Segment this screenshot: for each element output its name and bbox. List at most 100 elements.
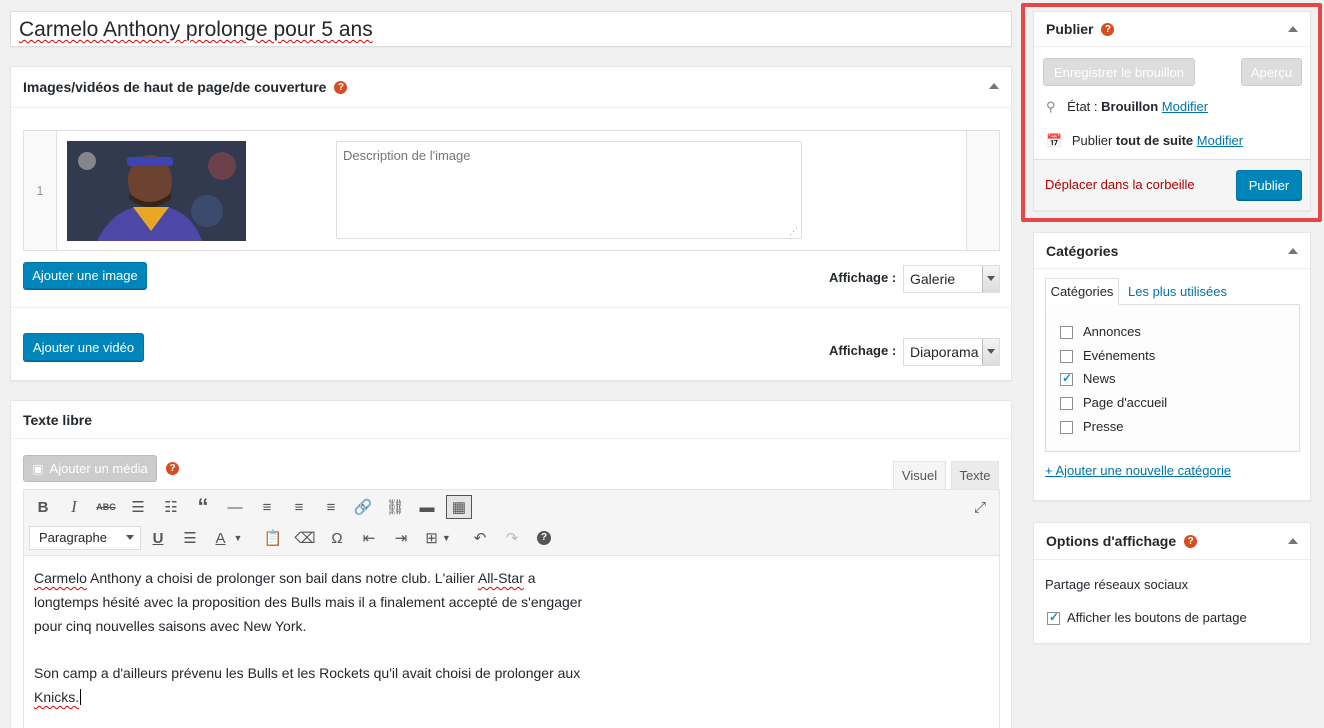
format-select[interactable]: Paragraphe [29, 526, 141, 550]
help-icon[interactable]: ? [1101, 22, 1115, 36]
share-buttons-option[interactable]: Afficher les boutons de partage [1047, 610, 1247, 626]
status-value: Brouillon [1101, 99, 1159, 114]
paste-as-text-icon[interactable]: 📋 [260, 526, 286, 550]
numbered-list-icon[interactable]: ☷ [158, 495, 184, 519]
schedule-edit-link[interactable]: Modifier [1197, 133, 1243, 148]
publish-button[interactable]: Publier [1236, 170, 1302, 200]
add-image-button[interactable]: Ajouter une image [23, 262, 147, 289]
bold-icon[interactable]: B [30, 495, 56, 519]
category-checkbox[interactable] [1060, 371, 1073, 387]
category-label: Page d'accueil [1083, 395, 1168, 410]
post-title-input[interactable]: Carmelo Anthony prolonge pour 5 ans [19, 18, 373, 42]
fullscreen-icon[interactable]: ⤢ [967, 495, 993, 519]
category-item[interactable]: Evénements [1060, 348, 1156, 364]
free-text-box: Texte libre ▣ Ajouter un média ? Visuel … [10, 400, 1012, 728]
justify-icon[interactable]: ☰ [177, 526, 203, 550]
help-icon[interactable]: ? [166, 462, 179, 475]
outdent-icon[interactable]: ⇤ [356, 526, 382, 550]
horizontal-rule-icon[interactable]: — [222, 495, 248, 519]
collapse-toggle-icon[interactable] [1288, 248, 1298, 254]
category-item[interactable]: Page d'accueil [1060, 395, 1168, 411]
display-options-header[interactable]: Options d'affichage ? [1034, 523, 1310, 560]
align-center-icon[interactable]: ≡ [286, 495, 312, 519]
category-checkbox[interactable] [1060, 350, 1073, 364]
redo-icon[interactable]: ↷ [499, 526, 525, 550]
tab-all-categories[interactable]: Catégories [1045, 278, 1119, 305]
add-media-button[interactable]: ▣ Ajouter un média [23, 455, 157, 482]
category-checkbox[interactable] [1060, 397, 1073, 411]
share-buttons-checkbox[interactable] [1047, 610, 1060, 626]
resize-handle-icon[interactable]: ⋰ [789, 226, 798, 237]
categories-header[interactable]: Catégories [1034, 233, 1310, 269]
special-character-icon[interactable]: Ω [324, 526, 350, 550]
row-number: 1 [36, 183, 44, 198]
collapse-toggle-icon[interactable] [1288, 538, 1298, 544]
add-video-button[interactable]: Ajouter une vidéo [23, 333, 144, 361]
add-category-link[interactable]: + Ajouter une nouvelle catégorie [1045, 463, 1231, 478]
editor-content[interactable]: Carmelo Anthony a choisi de prolonger so… [23, 556, 1000, 728]
text-color-icon[interactable]: A ▼ [209, 526, 249, 550]
read-more-icon[interactable]: ▬ [414, 495, 440, 519]
italic-icon[interactable]: I [61, 495, 87, 519]
save-draft-label: Enregistrer le brouillon [1053, 64, 1185, 80]
indent-icon[interactable]: ⇥ [388, 526, 414, 550]
image-description-input[interactable]: Description de l'image ⋰ [336, 141, 802, 239]
category-item[interactable]: Presse [1060, 419, 1123, 435]
tab-visual-label: Visuel [901, 468, 938, 483]
image-display-select[interactable]: Galerie [903, 265, 1000, 293]
share-buttons-label: Afficher les boutons de partage [1067, 610, 1247, 625]
row-actions-cell [966, 131, 999, 250]
free-text-title: Texte libre [23, 411, 92, 428]
clear-formatting-icon[interactable]: ⌫ [292, 526, 318, 550]
help-icon[interactable]: ? [1184, 534, 1198, 548]
status-edit-link[interactable]: Modifier [1162, 99, 1208, 114]
category-label: News [1083, 371, 1116, 386]
category-label: Annonces [1083, 324, 1141, 339]
underline-icon[interactable]: U [145, 526, 171, 550]
tab-popular[interactable]: Les plus utilisées [1128, 284, 1227, 299]
post-title-field[interactable]: Carmelo Anthony prolonge pour 5 ans [10, 11, 1012, 47]
category-item[interactable]: Annonces [1060, 324, 1141, 340]
category-label: Evénements [1083, 348, 1156, 363]
free-text-header[interactable]: Texte libre [11, 401, 1011, 439]
chevron-down-icon [982, 266, 999, 292]
collapse-toggle-icon[interactable] [989, 83, 999, 89]
category-checkbox[interactable] [1060, 326, 1073, 340]
insert-link-icon[interactable]: 🔗 [350, 495, 376, 519]
help-icon[interactable]: ? [334, 80, 348, 94]
bullet-list-icon[interactable]: ☰ [125, 495, 151, 519]
pin-icon: ⚲ [1046, 99, 1056, 114]
undo-icon[interactable]: ↶ [467, 526, 493, 550]
paragraph-2: Son camp a d'ailleurs prévenu les Bulls … [34, 661, 989, 709]
align-right-icon[interactable]: ≡ [318, 495, 344, 519]
preview-button[interactable]: Aperçu [1241, 58, 1302, 86]
strikethrough-icon[interactable]: ABC [93, 495, 119, 519]
save-draft-button[interactable]: Enregistrer le brouillon [1043, 58, 1195, 86]
align-left-icon[interactable]: ≡ [254, 495, 280, 519]
blockquote-icon[interactable]: “ [190, 494, 216, 519]
table-icon[interactable]: ⊞ ▼ [420, 526, 456, 550]
cover-media-title: Images/vidéos de haut de page/de couvert… [23, 79, 327, 95]
text-line: a [523, 570, 536, 586]
toolbar-toggle-icon[interactable]: ▦ [446, 495, 472, 519]
trash-link[interactable]: Déplacer dans la corbeille [1045, 177, 1195, 192]
category-checkbox[interactable] [1060, 421, 1073, 435]
keyboard-shortcuts-icon[interactable]: ? [531, 526, 557, 550]
display-options-title: Options d'affichage [1046, 533, 1177, 549]
cover-media-header[interactable]: Images/vidéos de haut de page/de couvert… [11, 67, 1011, 108]
image-row: 1 Description de l'image ⋰ [23, 130, 1000, 251]
cover-image-thumbnail[interactable] [67, 141, 246, 241]
video-display-select[interactable]: Diaporama [903, 338, 1000, 366]
publish-header[interactable]: Publier ? [1034, 12, 1310, 47]
tab-all-label: Catégories [1050, 284, 1114, 299]
cover-media-box: Images/vidéos de haut de page/de couvert… [10, 66, 1012, 381]
remove-link-icon[interactable]: ⛓ [382, 495, 408, 519]
tab-text[interactable]: Texte [951, 461, 999, 489]
collapse-toggle-icon[interactable] [1288, 26, 1298, 32]
publish-actions: Déplacer dans la corbeille Publier [1034, 159, 1310, 210]
chevron-down-icon [126, 535, 134, 540]
add-media-icon: ▣ [32, 461, 44, 476]
category-item[interactable]: News [1060, 371, 1116, 387]
tab-visual[interactable]: Visuel [893, 461, 946, 489]
tab-text-label: Texte [959, 468, 991, 483]
